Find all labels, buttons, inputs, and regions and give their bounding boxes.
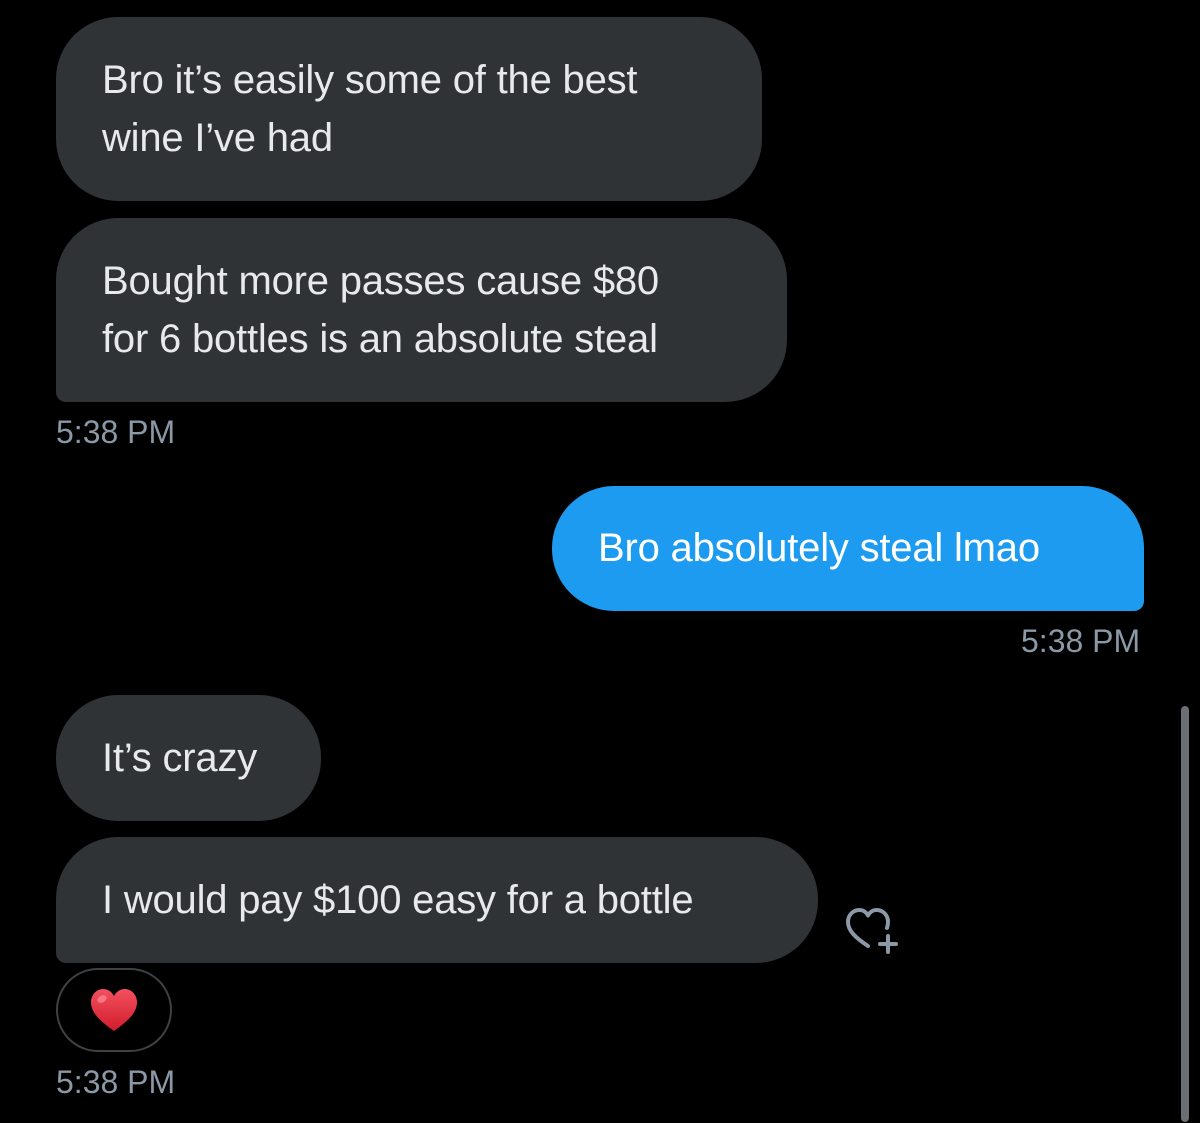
message-bubble-incoming[interactable]: I would pay $100 easy for a bottle	[56, 837, 818, 963]
message-text-line: Bro absolutely steal lmao	[598, 526, 1040, 570]
message-bubble-incoming[interactable]: Bought more passes cause $80 for 6 bottl…	[56, 218, 787, 402]
reaction-pill[interactable]	[56, 968, 172, 1052]
message-bubble-incoming[interactable]: It’s crazy	[56, 695, 321, 821]
message-text-line: I would pay $100 easy for a bottle	[102, 878, 694, 922]
message-bubble-incoming[interactable]: Bro it’s easily some of the best wine I’…	[56, 17, 762, 201]
heart-plus-icon[interactable]	[842, 904, 906, 956]
message-text-line: Bro it’s easily some of the best	[102, 58, 638, 102]
message-text-line: Bought more passes cause $80	[102, 259, 659, 303]
message-bubble-outgoing[interactable]: Bro absolutely steal lmao	[552, 486, 1144, 611]
message-text-line: It’s crazy	[102, 736, 258, 780]
message-timestamp: 5:38 PM	[56, 414, 176, 450]
message-timestamp: 5:38 PM	[56, 1064, 176, 1100]
message-text-line: for 6 bottles is an absolute steal	[102, 317, 658, 361]
message-text-line: wine I’ve had	[102, 116, 333, 160]
message-timestamp: 5:38 PM	[1021, 623, 1141, 659]
red-heart-icon	[91, 989, 137, 1031]
scrollbar-thumb[interactable]	[1181, 706, 1189, 1122]
heart-plus-icon-graphic	[846, 908, 898, 954]
